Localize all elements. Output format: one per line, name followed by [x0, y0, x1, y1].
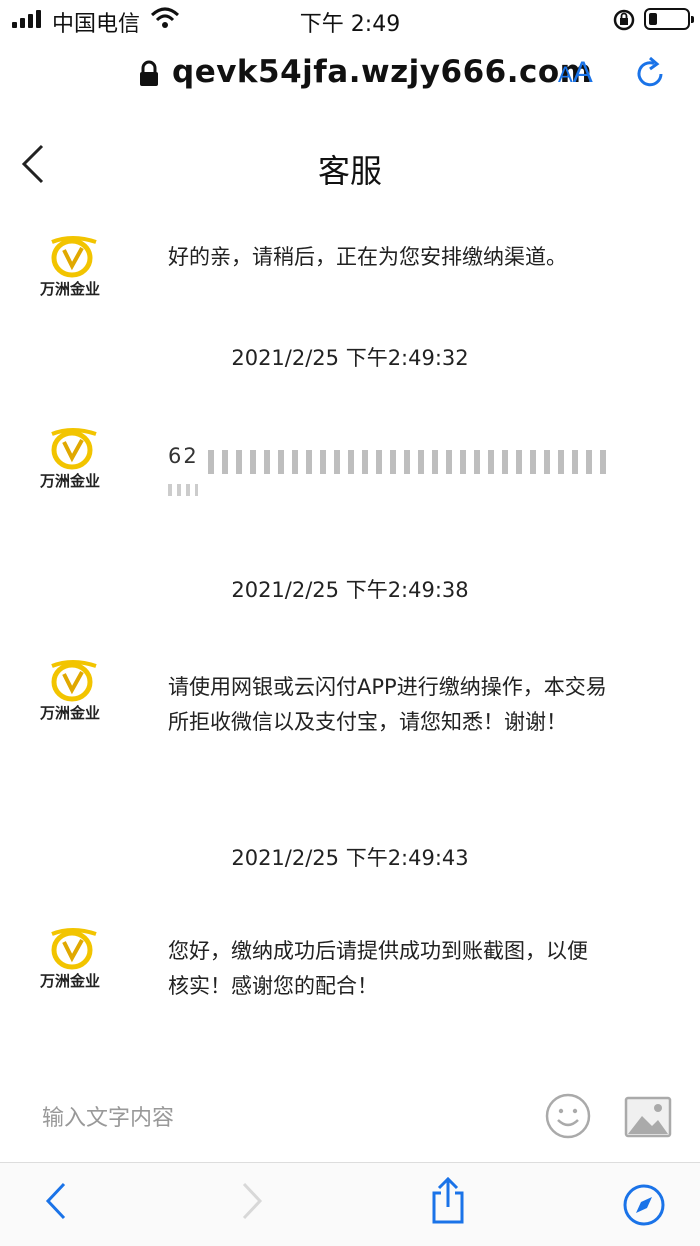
chat-header: 客服: [0, 126, 700, 206]
message-input[interactable]: 输入文字内容: [42, 1100, 174, 1132]
logo-text: 万洲金业: [40, 280, 101, 298]
battery-icon: [644, 8, 694, 30]
browser-forward-icon[interactable]: [240, 1181, 264, 1225]
message-text: 请使用网银或云闪付APP进行缴纳操作，本交易所拒收微信以及支付宝，请您知悉！谢谢…: [168, 675, 607, 734]
timestamp: 2021/2/25 下午2:49:43: [231, 846, 469, 870]
redaction-blur: [168, 484, 198, 496]
emoji-icon[interactable]: [544, 1092, 592, 1144]
url-text[interactable]: qevk54jfa.wzjy666.com: [172, 54, 592, 90]
status-bar: 中国电信 下午 2:49: [0, 0, 700, 40]
text-size-button[interactable]: AA: [558, 56, 593, 90]
reload-icon[interactable]: [634, 56, 668, 96]
redacted-visible-text: 62: [168, 444, 199, 468]
redaction-blur: [208, 450, 608, 474]
avatar: 万洲金业: [38, 234, 110, 302]
message-text: 好的亲，请稍后，正在为您安排缴纳渠道。: [168, 245, 567, 269]
page-title: 客服: [317, 152, 382, 190]
message-text: 您好，缴纳成功后请提供成功到账截图，以便核实！感谢您的配合！: [168, 939, 588, 998]
browser-toolbar: [0, 1162, 700, 1246]
lock-icon: [138, 60, 160, 92]
redacted-message: 62: [168, 440, 608, 510]
logo-text: 万洲金业: [40, 704, 101, 722]
share-icon[interactable]: [428, 1176, 468, 1229]
avatar: 万洲金业: [38, 426, 110, 494]
image-icon[interactable]: [624, 1096, 672, 1142]
timestamp: 2021/2/25 下午2:49:32: [231, 346, 469, 370]
gold-logo-icon: [51, 928, 97, 970]
logo-text: 万洲金业: [40, 472, 101, 490]
browser-back-icon[interactable]: [44, 1181, 68, 1225]
gold-logo-icon: [51, 236, 97, 278]
url-bar[interactable]: qevk54jfa.wzjy666.com AA: [0, 44, 700, 104]
text-size-big-label: A: [572, 56, 593, 89]
rotation-lock-icon: [612, 8, 636, 38]
status-time: 下午 2:49: [299, 12, 401, 37]
gold-logo-icon: [51, 428, 97, 470]
compass-icon[interactable]: [622, 1183, 666, 1231]
logo-text: 万洲金业: [40, 972, 101, 990]
text-size-small-label: A: [558, 62, 573, 87]
message-input-area: 输入文字内容: [0, 1078, 700, 1160]
gold-logo-icon: [51, 660, 97, 702]
timestamp: 2021/2/25 下午2:49:38: [231, 578, 469, 602]
avatar: 万洲金业: [38, 926, 110, 994]
avatar: 万洲金业: [38, 658, 110, 726]
